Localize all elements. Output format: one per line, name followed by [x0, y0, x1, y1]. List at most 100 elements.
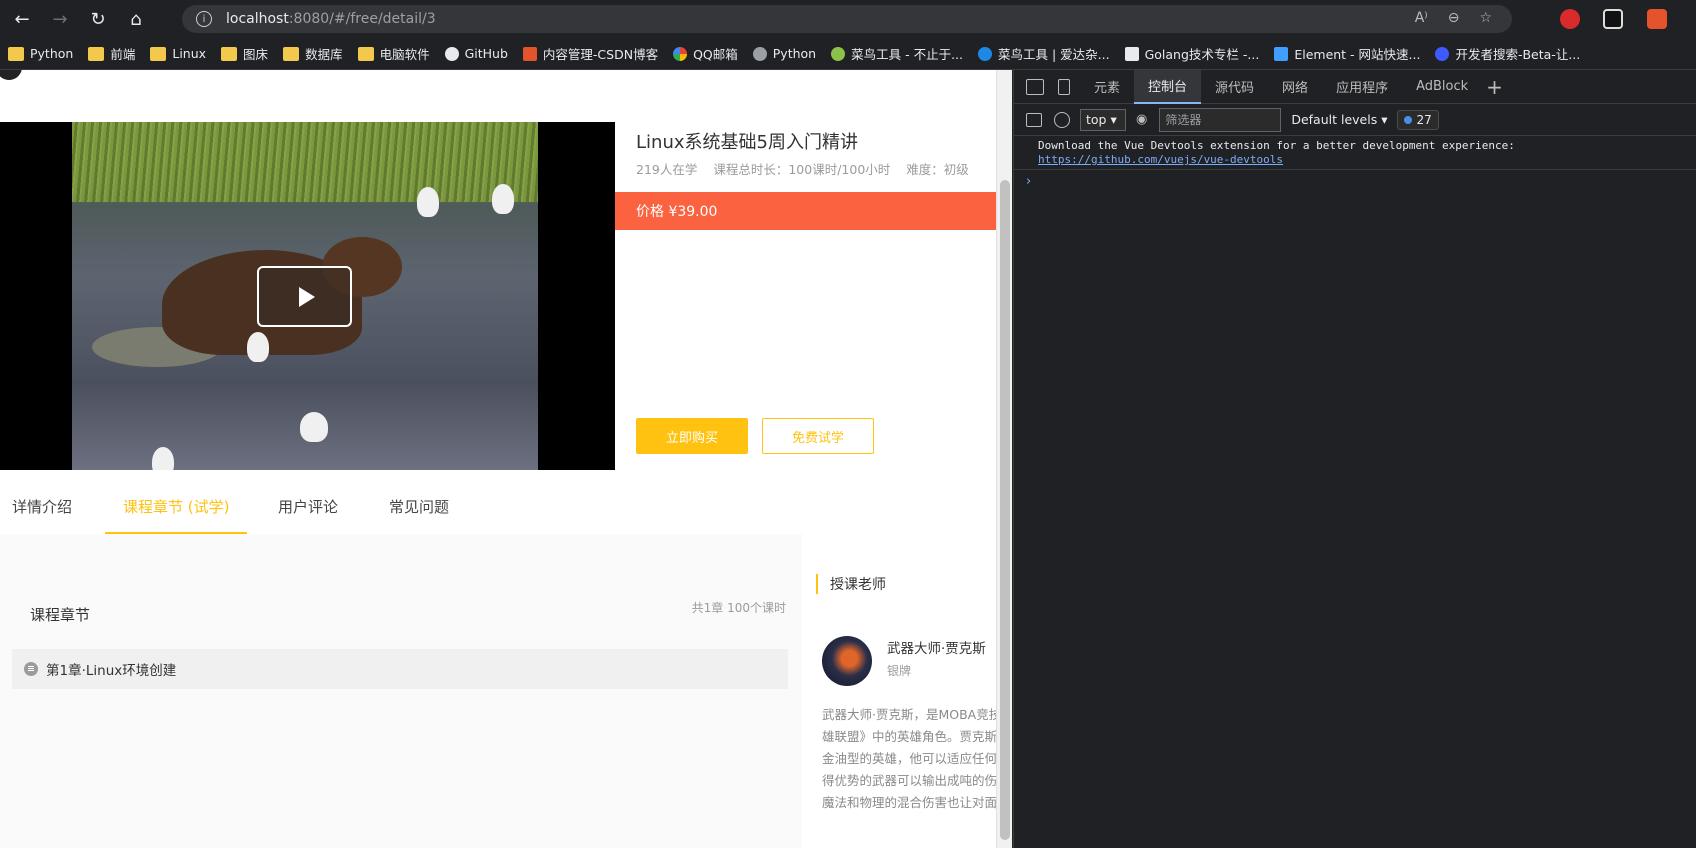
extension-csdn-icon[interactable]: [1647, 9, 1667, 29]
teacher-name: 武器大师·贾克斯: [887, 641, 986, 657]
vue-devtools-link[interactable]: https://github.com/vuejs/vue-devtools: [1038, 153, 1673, 167]
course-duration: 课程总时长：100课时/100小时: [713, 162, 891, 177]
course-meta: 219人在学 课程总时长：100课时/100小时 难度：初级: [636, 159, 981, 178]
element-icon: [1274, 46, 1289, 61]
live-expression-icon[interactable]: ◉: [1136, 112, 1147, 127]
price-bar: 价格 ¥39.00: [615, 192, 996, 230]
site-info-icon[interactable]: i: [196, 11, 212, 27]
zoom-icon[interactable]: ⊖: [1448, 10, 1460, 26]
bookmark-devsearch[interactable]: 开发者搜索-Beta-让...: [1435, 44, 1580, 63]
back-icon[interactable]: ←: [6, 3, 38, 35]
device-toolbar-icon[interactable]: [1058, 78, 1070, 95]
teacher-rank: 银牌: [887, 664, 912, 678]
devtools-tab-elements[interactable]: 元素: [1080, 77, 1134, 96]
golang-icon: [1124, 46, 1139, 61]
runoob-icon: [831, 46, 846, 61]
web-page: Linux系统基础5周入门精讲 219人在学 课程总时长：100课时/100小时…: [0, 70, 996, 848]
scrollbar-thumb[interactable]: [1000, 180, 1010, 840]
extension-adblock-icon[interactable]: [1560, 9, 1580, 29]
home-icon[interactable]: ⌂: [120, 3, 152, 35]
browser-toolbar: ← → ↻ ⌂ i localhost:8080/#/free/detail/3…: [0, 0, 1696, 38]
folder-icon: [283, 46, 300, 61]
folder-icon: [8, 46, 24, 61]
bookmark-database-folder[interactable]: 数据库: [283, 44, 343, 63]
course-difficulty: 难度：初级: [906, 162, 969, 177]
site-logo[interactable]: [0, 70, 22, 80]
bookmark-csdn[interactable]: 内容管理-CSDN博客: [522, 44, 658, 63]
course-price: 价格 ¥39.00: [636, 204, 718, 220]
chapters-heading: 课程章节: [30, 606, 91, 624]
console-toolbar: top ▾ ◉ 筛选器 Default levels ▾ 27: [1014, 104, 1696, 136]
log-levels-dropdown[interactable]: Default levels ▾: [1291, 112, 1387, 127]
devtools-tab-application[interactable]: 应用程序: [1322, 77, 1402, 96]
favorite-icon[interactable]: ☆: [1479, 10, 1492, 26]
python-icon: [752, 46, 767, 61]
add-panel-icon[interactable]: +: [1482, 75, 1503, 99]
qqmail-icon: [673, 46, 688, 61]
console-filter-input[interactable]: 筛选器: [1159, 107, 1282, 132]
tab-faq[interactable]: 常见问题: [389, 496, 449, 517]
extension-tampermonkey-icon[interactable]: [1603, 9, 1623, 29]
context-selector[interactable]: top ▾: [1080, 108, 1126, 131]
bookmark-python-folder[interactable]: Python: [8, 46, 73, 61]
teacher-avatar: [822, 636, 872, 686]
bookmark-qqmail[interactable]: QQ邮箱: [673, 44, 738, 63]
tab-reviews[interactable]: 用户评论: [278, 496, 338, 517]
course-info-panel: Linux系统基础5周入门精讲 219人在学 课程总时长：100课时/100小时…: [615, 122, 996, 470]
clear-console-icon[interactable]: [1054, 111, 1070, 128]
chapters-count: 共1章 100个课时: [691, 601, 786, 615]
console-prompt[interactable]: ›: [1026, 174, 1031, 189]
tab-details[interactable]: 详情介绍: [12, 496, 72, 517]
play-icon: [298, 286, 315, 307]
read-aloud-icon[interactable]: A⁾: [1415, 10, 1428, 26]
url-text[interactable]: localhost:8080/#/free/detail/3: [226, 11, 436, 27]
teacher-heading: 授课老师: [816, 574, 886, 594]
chapter-title: 第1章·Linux环境创建: [46, 663, 177, 679]
bookmark-frontend-folder[interactable]: 前端: [88, 44, 135, 63]
tab-chapters[interactable]: 课程章节 (试学): [123, 496, 229, 517]
devsearch-icon: [1435, 46, 1450, 61]
inspect-element-icon[interactable]: [1026, 78, 1044, 95]
forward-icon[interactable]: →: [44, 3, 76, 35]
devtools-tab-console[interactable]: 控制台: [1134, 69, 1202, 104]
free-trial-button[interactable]: 免费试学: [762, 418, 874, 454]
play-button[interactable]: [257, 266, 352, 327]
folder-icon: [221, 46, 238, 61]
bookmarks-bar: Python 前端 Linux 图床 数据库 电脑软件 GitHub 内容管理-…: [0, 38, 1696, 70]
devtools-tab-network[interactable]: 网络: [1268, 77, 1322, 96]
devtools-tab-adblock[interactable]: AdBlock: [1402, 79, 1482, 94]
devtools-panel: 元素 控制台 源代码 网络 应用程序 AdBlock + top ▾ ◉ 筛选器…: [1013, 69, 1696, 848]
message-icon: [1404, 115, 1413, 124]
browser-window: ← → ↻ ⌂ i localhost:8080/#/free/detail/3…: [0, 0, 1696, 848]
bookmark-linux-folder[interactable]: Linux: [150, 46, 206, 61]
bookmark-runoob[interactable]: 菜鸟工具 - 不止于...: [831, 44, 963, 63]
buy-now-button[interactable]: 立即购买: [636, 418, 748, 454]
bookmark-python[interactable]: Python: [752, 46, 816, 61]
address-bar[interactable]: i localhost:8080/#/free/detail/3 A⁾ ⊖ ☆: [182, 5, 1512, 33]
bookmark-software-folder[interactable]: 电脑软件: [357, 44, 430, 63]
devtools-tabs: 元素 控制台 源代码 网络 应用程序 AdBlock +: [1014, 69, 1696, 104]
teacher-description: 武器大师·贾克斯，是MOBA竞技 雄联盟》中的英雄角色。贾克斯 金油型的英雄，他…: [822, 707, 996, 810]
reload-icon[interactable]: ↻: [82, 3, 114, 35]
course-tabs: 详情介绍 课程章节 (试学) 用户评论 常见问题: [0, 470, 996, 534]
sidebar-toggle-icon[interactable]: [1026, 112, 1042, 127]
folder-icon: [150, 46, 167, 61]
bookmark-image-host-folder[interactable]: 图床: [221, 44, 268, 63]
course-content-area: 课程章节 共1章 100个课时 第1章·Linux环境创建 授课老师 武器大师·…: [0, 534, 996, 848]
aidazaza-icon: [978, 46, 992, 61]
bookmark-element[interactable]: Element - 网站快速...: [1274, 44, 1420, 63]
bookmark-github[interactable]: GitHub: [444, 46, 508, 61]
console-message: Download the Vue Devtools extension for …: [1014, 136, 1696, 170]
devtools-tab-sources[interactable]: 源代码: [1201, 77, 1268, 96]
chapter-item[interactable]: 第1章·Linux环境创建: [12, 649, 788, 689]
folder-icon: [88, 46, 105, 61]
bookmark-aidazaza[interactable]: 菜鸟工具 | 爱达杂...: [978, 44, 1110, 63]
course-students: 219人在学: [636, 162, 698, 177]
messages-badge[interactable]: 27: [1397, 109, 1439, 130]
course-title: Linux系统基础5周入门精讲: [636, 132, 858, 153]
video-player[interactable]: [0, 122, 615, 470]
bookmark-golang[interactable]: Golang技术专栏 -...: [1124, 44, 1259, 63]
page-scrollbar[interactable]: [996, 70, 1012, 848]
csdn-icon: [522, 46, 537, 61]
github-icon: [444, 46, 459, 61]
